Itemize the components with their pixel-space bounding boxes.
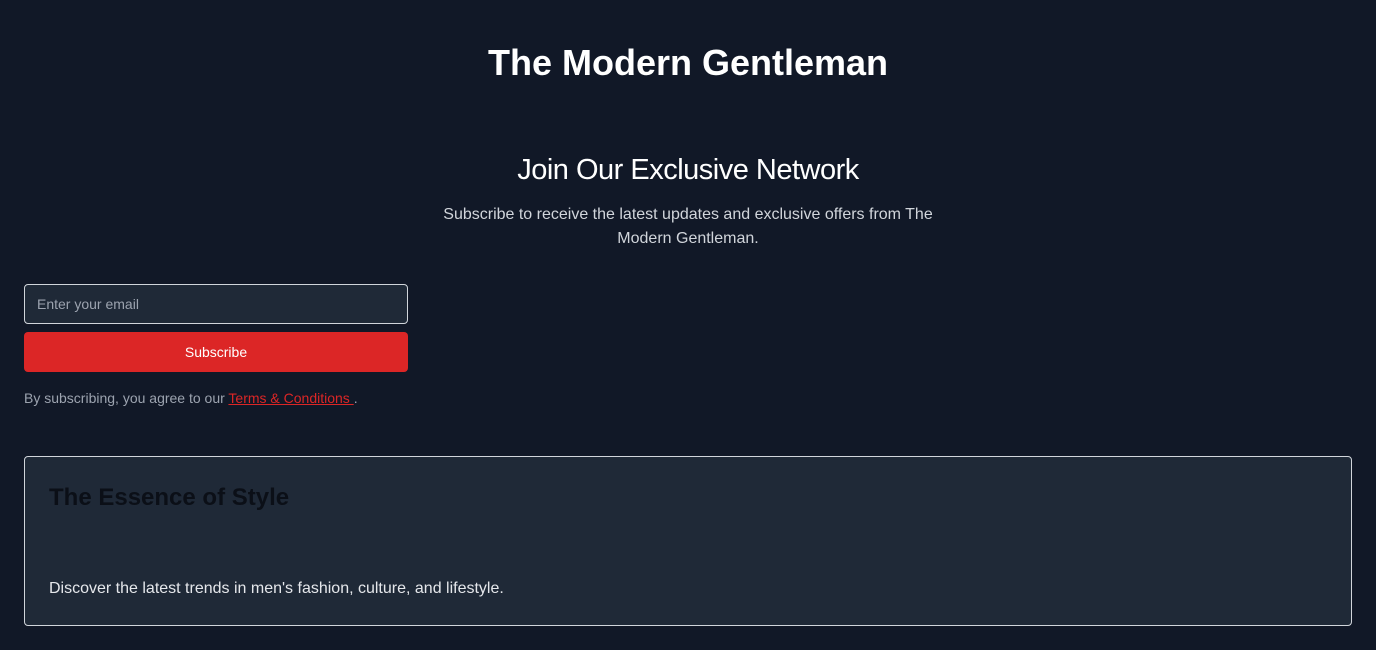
terms-suffix: . — [353, 390, 358, 406]
email-input[interactable] — [24, 284, 408, 324]
feature-description: Discover the latest trends in men's fash… — [49, 580, 504, 597]
terms-prefix: By subscribing, you agree to our — [24, 390, 229, 406]
terms-link[interactable]: Terms & Conditions — [228, 390, 353, 406]
feature-card: The Essence of Style Discover the latest… — [24, 456, 1352, 626]
terms-text: By subscribing, you agree to our Terms &… — [24, 389, 358, 407]
site-title: The Modern Gentleman — [487, 42, 889, 83]
feature-title: The Essence of Style — [49, 484, 290, 511]
signup-heading: Join Our Exclusive Network — [517, 154, 859, 186]
signup-description: Subscribe to receive the latest updates … — [443, 206, 933, 247]
subscribe-button[interactable]: Subscribe — [24, 332, 408, 372]
